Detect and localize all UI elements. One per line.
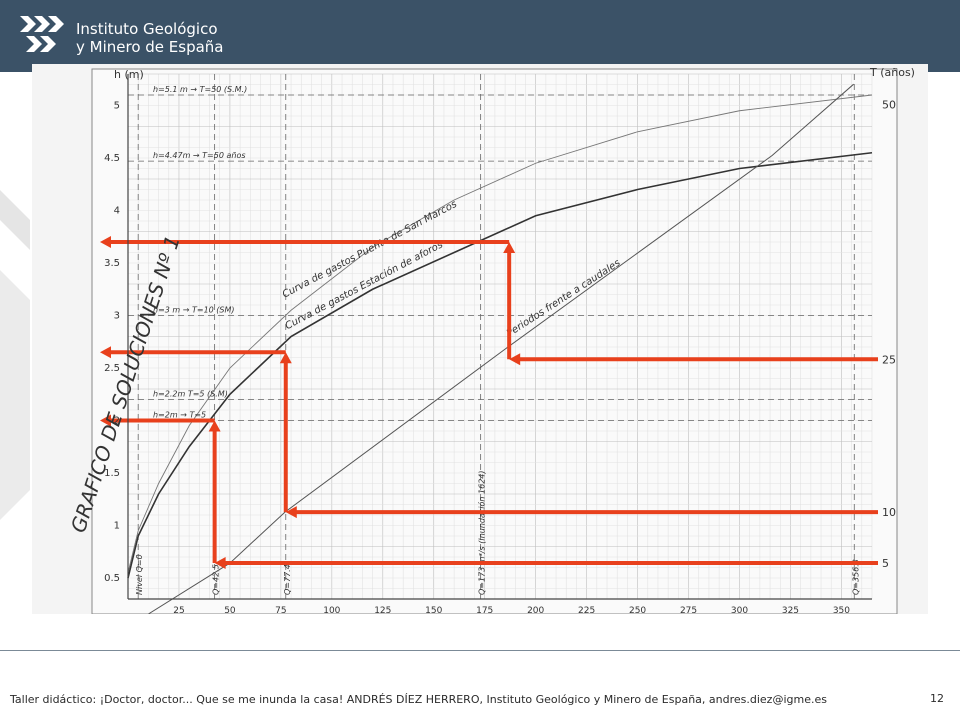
y-axis-label: h (m) [114,68,144,81]
level-annotation: h=5.1 m → T=50 (S.M.) [153,85,247,94]
x-tick-label: 300 [731,606,748,614]
footer-text: Taller didáctico: ¡Doctor, doctor... Que… [10,693,827,706]
level-annotation: h=2.2m T=5 (S.M) [153,390,228,399]
y-tick-label: 4 [114,206,120,217]
decorative-chevron-shape [0,190,30,520]
y-tick-label: 4.5 [104,153,120,164]
x-tick-label: 200 [527,606,544,614]
y-tick-label: 3.5 [104,258,120,269]
org-name-line2: y Minero de España [76,38,224,56]
y2-tick-label: 10 [882,506,896,519]
x-tick-label: 50 [224,606,236,614]
x-tick-label: 100 [323,606,340,614]
y-tick-label: 1 [114,521,120,532]
y2-tick-label: 25 [882,353,896,366]
org-name-line1: Instituto Geológico [76,20,218,38]
flow-annotation: Q=77.4 [283,564,292,595]
y-tick-label: 0.5 [104,573,120,584]
page-number: 12 [930,692,944,705]
flow-annotation: Nivel Q=0 [135,554,144,595]
x-tick-label: 275 [680,606,697,614]
level-annotation: h=2m → T=5 [153,411,206,420]
y2-tick-label: 5 [882,557,889,570]
x-tick-label: 250 [629,606,646,614]
x-tick-label: 150 [425,606,442,614]
x-tick-label: 25 [173,606,184,614]
x-tick-label: 125 [374,606,391,614]
igme-logo [20,16,64,52]
level-annotation: h=3 m → T=10 (SM) [153,306,235,315]
x-tick-label: 350 [833,606,850,614]
x-tick-label: 175 [476,606,493,614]
flow-annotation: Q=173 m³/s (Inundación 1624) [477,471,487,596]
solutions-chart: Curva de gastos Puente de San MarcosCurv… [66,66,915,616]
y2-tick-label: 50 [882,99,896,112]
footer-divider [0,650,960,651]
level-annotation: h=4.47m → T=50 años [153,151,246,160]
scanned-chart-image: Curva de gastos Puente de San Marcos Curv… [32,64,928,616]
x-tick-label: 225 [578,606,595,614]
header-bar: Instituto Geológico y Minero de España [0,0,960,72]
y2-axis-label: T (años) [869,66,915,79]
x-tick-label: 325 [782,606,799,614]
x-tick-label: 75 [275,606,286,614]
y-tick-label: 3 [114,311,120,322]
flow-annotation: Q=42.5 [212,564,221,595]
y-tick-label: 5 [114,101,120,112]
